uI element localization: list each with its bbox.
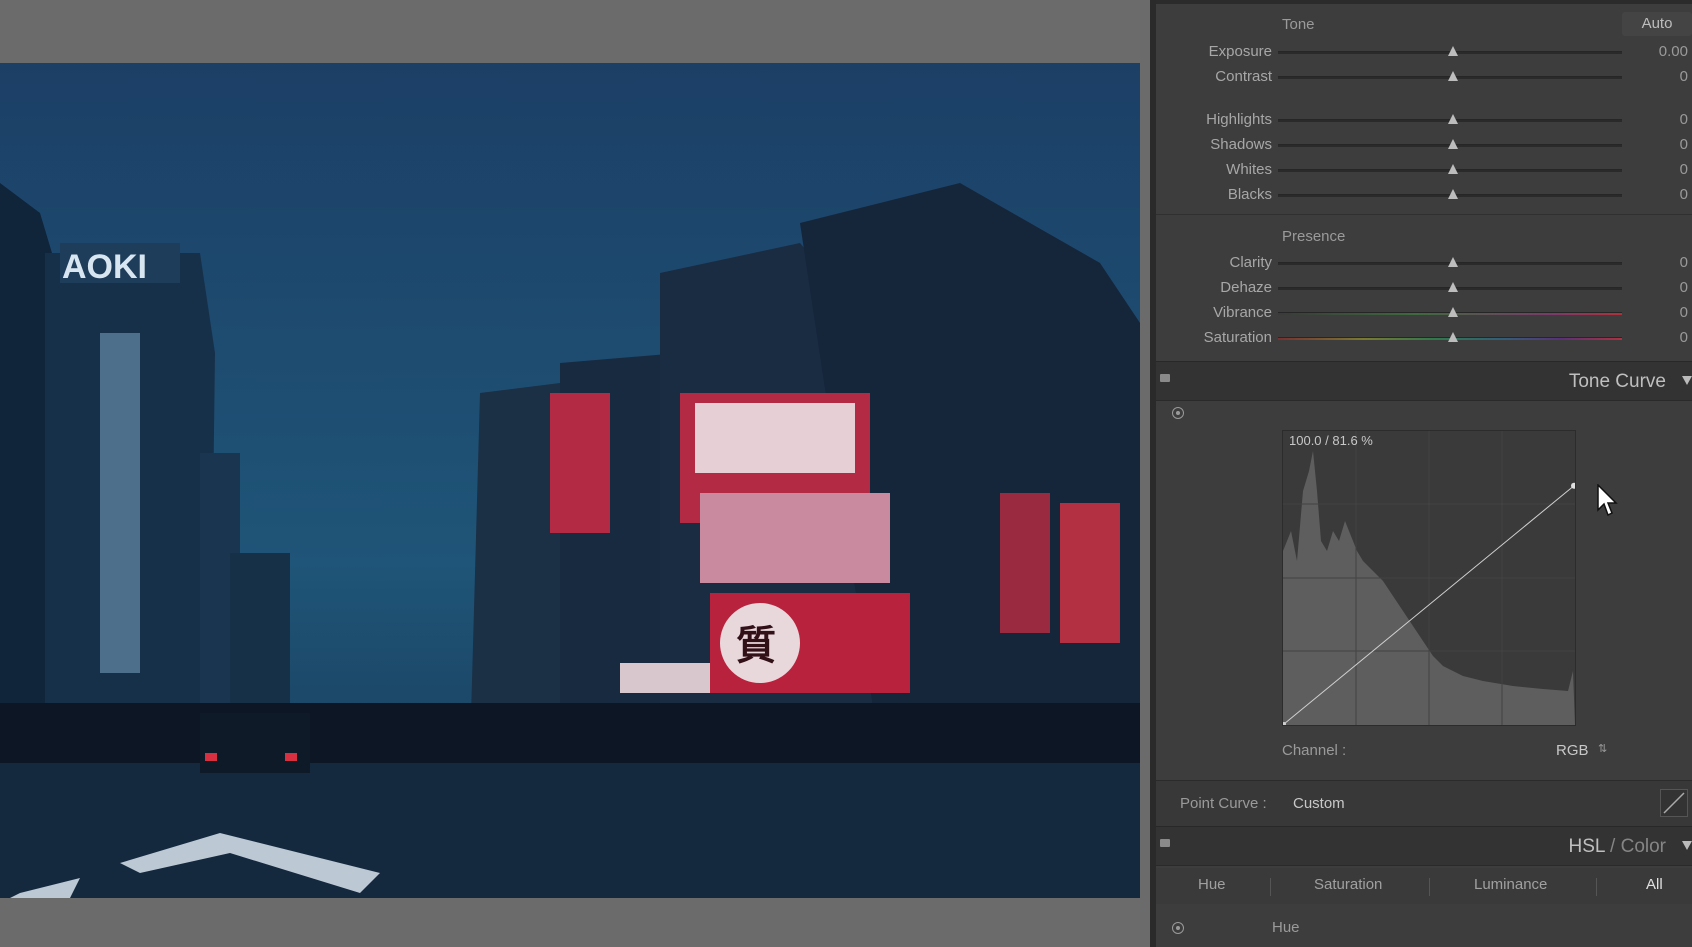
tone-curve-title: Tone Curve (1568, 371, 1666, 392)
hsl-color-header[interactable]: HSL / Color (1156, 826, 1692, 866)
exposure-slider-row[interactable]: Exposure 0.00 (1156, 42, 1692, 62)
point-curve-select[interactable]: Custom (1293, 795, 1345, 812)
image-canvas: AOKI 質 (0, 0, 1150, 947)
point-curve-bar: Point Curve : Custom (1156, 780, 1692, 827)
saturation-thumb[interactable] (1448, 332, 1458, 342)
hsl-hue-sub-label: Hue (1272, 919, 1300, 936)
dehaze-label: Dehaze (1220, 279, 1272, 296)
dehaze-value[interactable]: 0 (1680, 278, 1688, 298)
shadows-slider-row[interactable]: Shadows 0 (1156, 135, 1692, 155)
tab-separator (1429, 878, 1430, 896)
whites-thumb[interactable] (1448, 164, 1458, 174)
tone-curve-header[interactable]: Tone Curve (1156, 361, 1692, 401)
shadows-value[interactable]: 0 (1680, 135, 1688, 155)
whites-slider-row[interactable]: Whites 0 (1156, 160, 1692, 180)
develop-panel: Tone Auto Exposure 0.00 Contrast 0 Highl… (1150, 0, 1692, 947)
dehaze-thumb[interactable] (1448, 282, 1458, 292)
hsl-title-sep: / (1604, 836, 1621, 857)
whites-label: Whites (1226, 161, 1272, 178)
blacks-label: Blacks (1227, 186, 1272, 203)
photo-preview[interactable]: AOKI 質 (0, 63, 1140, 898)
tab-separator (1270, 878, 1271, 896)
clarity-slider-row[interactable]: Clarity 0 (1156, 253, 1692, 273)
photo-image: AOKI 質 (0, 63, 1140, 898)
blacks-thumb[interactable] (1448, 189, 1458, 199)
channel-stepper-icon[interactable]: ⇅ (1598, 742, 1607, 755)
curve-readout: 100.0 / 81.6 % (1289, 433, 1373, 448)
tab-saturation[interactable]: Saturation (1314, 876, 1382, 893)
highlights-slider-row[interactable]: Highlights 0 (1156, 110, 1692, 130)
saturation-value[interactable]: 0 (1680, 328, 1688, 348)
point-curve-label: Point Curve : (1180, 795, 1267, 812)
clarity-thumb[interactable] (1448, 257, 1458, 267)
hsl-title[interactable]: HSL / Color (1568, 836, 1666, 858)
triangle-down-icon[interactable] (1682, 841, 1692, 850)
contrast-label: Contrast (1215, 68, 1272, 85)
vibrance-value[interactable]: 0 (1680, 303, 1688, 323)
vibrance-label: Vibrance (1213, 304, 1272, 321)
highlights-value[interactable]: 0 (1680, 110, 1688, 130)
tone-curve-toggle-icon[interactable] (1160, 374, 1170, 382)
target-adjustment-icon[interactable] (1172, 407, 1184, 419)
highlights-thumb[interactable] (1448, 114, 1458, 124)
blacks-slider-row[interactable]: Blacks 0 (1156, 185, 1692, 205)
exposure-thumb[interactable] (1448, 46, 1458, 56)
hsl-title-main[interactable]: HSL (1568, 836, 1604, 857)
svg-text:質: 質 (736, 624, 776, 668)
contrast-thumb[interactable] (1448, 71, 1458, 81)
hsl-tabs: Hue Saturation Luminance All (1156, 868, 1692, 904)
triangle-down-icon[interactable] (1682, 376, 1692, 385)
svg-text:AOKI: AOKI (62, 248, 147, 286)
panel-top-strip (1156, 0, 1692, 4)
hsl-toggle-icon[interactable] (1160, 839, 1170, 847)
tone-section-label: Tone (1282, 16, 1315, 33)
exposure-value[interactable]: 0.00 (1659, 42, 1688, 62)
clarity-label: Clarity (1229, 254, 1272, 271)
tone-curve-svg (1282, 431, 1577, 726)
hsl-target-adjustment-icon[interactable] (1172, 922, 1184, 934)
contrast-value[interactable]: 0 (1680, 67, 1688, 87)
channel-label: Channel : (1282, 742, 1347, 759)
whites-value[interactable]: 0 (1680, 160, 1688, 180)
dehaze-slider-row[interactable]: Dehaze 0 (1156, 278, 1692, 298)
edit-point-curve-icon[interactable] (1660, 789, 1688, 817)
presence-section-label: Presence (1282, 228, 1346, 245)
tab-all[interactable]: All (1646, 876, 1663, 893)
channel-select[interactable]: RGB (1556, 742, 1589, 759)
shadows-thumb[interactable] (1448, 139, 1458, 149)
mouse-pointer-icon (1597, 483, 1619, 523)
exposure-label: Exposure (1208, 43, 1272, 60)
saturation-label: Saturation (1203, 329, 1272, 346)
vibrance-thumb[interactable] (1448, 307, 1458, 317)
blacks-value[interactable]: 0 (1680, 185, 1688, 205)
vibrance-slider-row[interactable]: Vibrance 0 (1156, 303, 1692, 323)
shadows-label: Shadows (1210, 136, 1272, 153)
tone-curve-graph[interactable]: 100.0 / 81.6 % (1282, 430, 1577, 726)
tone-presence-divider (1156, 214, 1692, 215)
highlights-label: Highlights (1206, 111, 1272, 128)
auto-tone-button[interactable]: Auto (1622, 12, 1692, 36)
clarity-value[interactable]: 0 (1680, 253, 1688, 273)
saturation-slider-row[interactable]: Saturation 0 (1156, 328, 1692, 348)
tab-separator (1596, 878, 1597, 896)
hsl-title-color[interactable]: Color (1621, 836, 1666, 857)
tab-hue[interactable]: Hue (1198, 876, 1226, 893)
contrast-slider-row[interactable]: Contrast 0 (1156, 67, 1692, 87)
tab-luminance[interactable]: Luminance (1474, 876, 1547, 893)
